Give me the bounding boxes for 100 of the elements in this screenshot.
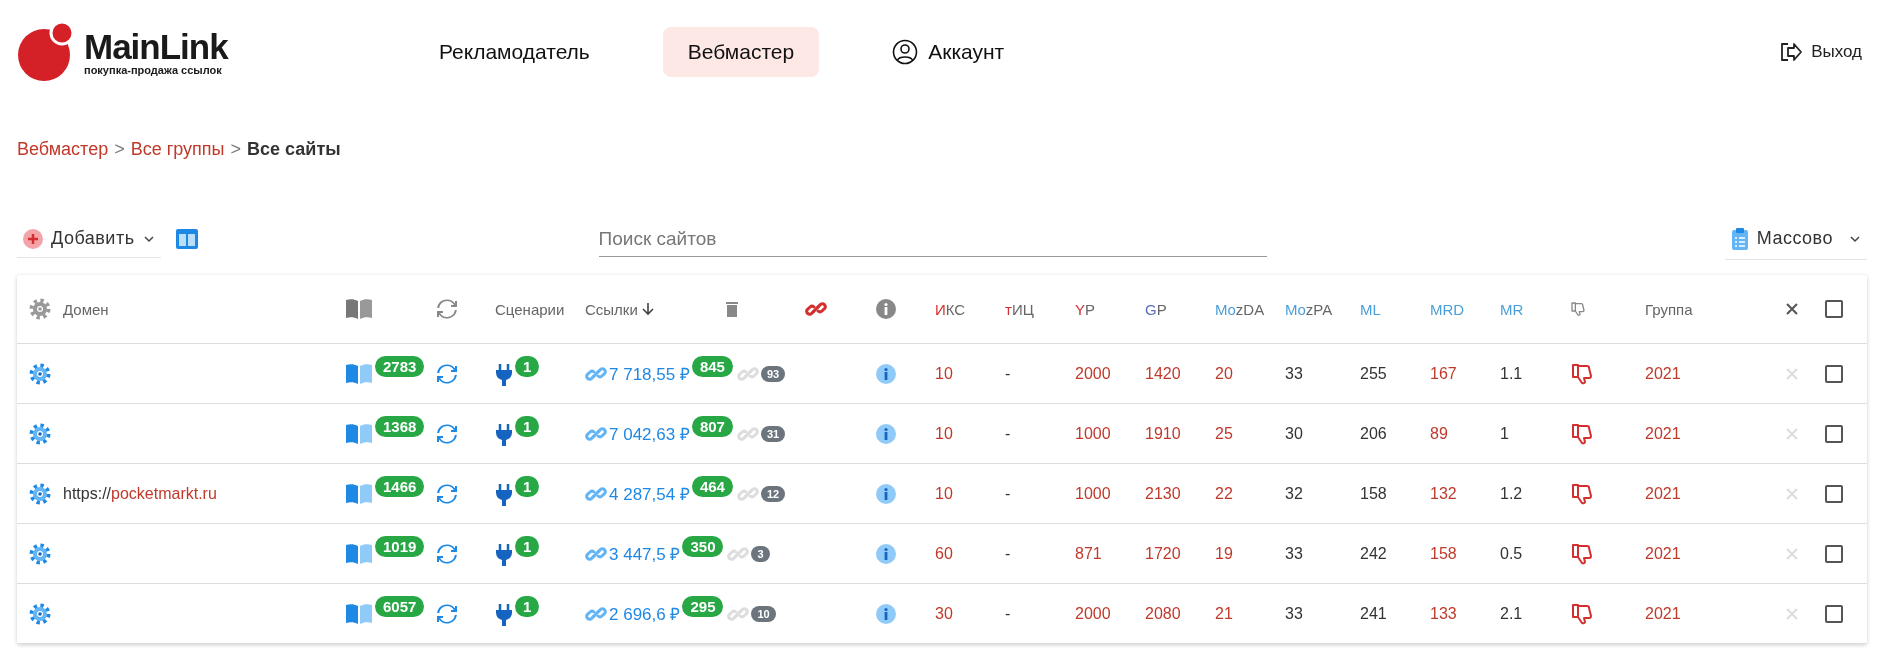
- book-icon[interactable]: [345, 482, 373, 505]
- metric-value: 132: [1430, 484, 1457, 503]
- metric-value: 2000: [1075, 604, 1111, 623]
- logout-icon: [1779, 41, 1804, 63]
- nav-tab[interactable]: Рекламодатель: [414, 27, 615, 77]
- thumbs-down-icon[interactable]: [1570, 361, 1594, 386]
- metric-value: 1: [1500, 424, 1509, 443]
- gear-icon[interactable]: [29, 298, 51, 320]
- info-icon[interactable]: [875, 422, 897, 445]
- column-header: Сценарии: [495, 300, 565, 318]
- metric-value: 158: [1360, 484, 1387, 503]
- metric-value: 158: [1430, 544, 1457, 563]
- price-link[interactable]: 4 287,54 ₽: [609, 482, 690, 505]
- column-header: Домен: [63, 300, 109, 318]
- metric-value: 1910: [1145, 424, 1181, 443]
- logout-button[interactable]: Выход: [1773, 40, 1868, 64]
- metric-value: 2.1: [1500, 604, 1523, 623]
- refresh-icon[interactable]: [435, 601, 459, 626]
- checkbox[interactable]: [1825, 544, 1843, 563]
- gear-icon[interactable]: [29, 482, 51, 505]
- pages-count: 1368: [375, 416, 425, 437]
- thumbs-down-icon[interactable]: [1570, 301, 1586, 317]
- trash-icon[interactable]: [725, 301, 739, 317]
- metric-value: 10: [935, 424, 953, 443]
- close-icon[interactable]: [1785, 302, 1799, 316]
- gear-icon[interactable]: [29, 542, 51, 565]
- refresh-icon[interactable]: [435, 297, 459, 321]
- info-icon[interactable]: [875, 298, 897, 320]
- metric-value: 89: [1430, 424, 1448, 443]
- thumbs-down-icon[interactable]: [1570, 481, 1594, 506]
- metric-value: 30: [935, 604, 953, 623]
- metric-value: 25: [1215, 424, 1233, 443]
- metric-value: -: [1005, 364, 1011, 383]
- metric-value: -: [1005, 544, 1011, 563]
- thumbs-down-icon[interactable]: [1570, 421, 1594, 446]
- book-icon[interactable]: [345, 542, 373, 565]
- info-icon[interactable]: [875, 602, 897, 625]
- scenarios-count: 1: [515, 536, 540, 557]
- add-button[interactable]: Добавить: [17, 220, 161, 258]
- price-link[interactable]: 7 718,55 ₽: [609, 362, 690, 385]
- thumbs-down-icon[interactable]: [1570, 541, 1594, 566]
- group-link[interactable]: 2021: [1645, 364, 1681, 383]
- bulk-button[interactable]: Массово: [1724, 218, 1867, 260]
- scenarios-count: 1: [515, 596, 540, 617]
- price-link[interactable]: 2 696,6 ₽: [609, 602, 681, 625]
- breadcrumb-link[interactable]: Все группы: [130, 139, 225, 169]
- group-link[interactable]: 2021: [1645, 544, 1681, 563]
- pages-count: 1019: [375, 536, 425, 557]
- metric-value: 60: [935, 544, 953, 563]
- book-icon[interactable]: [345, 602, 373, 625]
- book-icon[interactable]: [345, 422, 373, 445]
- group-link[interactable]: 2021: [1645, 424, 1681, 443]
- nav-tab[interactable]: Аккаунт: [867, 26, 1030, 78]
- column-header: тИЦ: [1005, 300, 1034, 318]
- metric-value: 167: [1430, 364, 1457, 383]
- logo-tagline: покупка-продажа ссылок: [84, 63, 223, 76]
- broken-links-count: 10: [751, 605, 776, 622]
- book-icon[interactable]: [345, 362, 373, 385]
- refresh-icon[interactable]: [435, 541, 459, 566]
- column-header: ML: [1360, 300, 1381, 318]
- metric-value: 255: [1360, 364, 1387, 383]
- domain-link[interactable]: https://pocketmarkt.ru: [63, 484, 217, 503]
- columns-icon[interactable]: [174, 228, 199, 250]
- breadcrumb-separator: >: [230, 139, 242, 161]
- metric-value: 33: [1285, 604, 1303, 623]
- checkbox[interactable]: [1825, 424, 1843, 443]
- metric-value: 871: [1075, 544, 1102, 563]
- book-icon[interactable]: [345, 298, 373, 320]
- logo-text: MainLink: [84, 28, 228, 64]
- plus-icon: [23, 228, 43, 249]
- price-link[interactable]: 3 447,5 ₽: [609, 542, 681, 565]
- refresh-icon[interactable]: [435, 421, 459, 446]
- group-link[interactable]: 2021: [1645, 604, 1681, 623]
- nav-tab[interactable]: Вебмастер: [662, 27, 820, 77]
- gear-icon[interactable]: [29, 602, 51, 625]
- metric-value: 1000: [1075, 484, 1111, 503]
- info-icon[interactable]: [875, 542, 897, 565]
- broken-links-count: 12: [760, 485, 786, 502]
- metric-value: 241: [1360, 604, 1387, 623]
- breadcrumb-link[interactable]: Вебмастер: [17, 139, 109, 169]
- checkbox[interactable]: [1825, 300, 1843, 318]
- info-icon[interactable]: [875, 362, 897, 385]
- price-link[interactable]: 7 042,63 ₽: [609, 422, 690, 445]
- checkbox[interactable]: [1825, 484, 1843, 503]
- checkbox[interactable]: [1825, 604, 1843, 623]
- refresh-icon[interactable]: [435, 361, 459, 386]
- column-header[interactable]: Ссылки: [585, 300, 654, 318]
- info-icon[interactable]: [875, 482, 897, 505]
- pages-count: 6057: [375, 596, 425, 617]
- refresh-icon[interactable]: [435, 481, 459, 506]
- caret-icon: [142, 234, 155, 243]
- gear-icon[interactable]: [29, 362, 51, 385]
- links-count: 845: [691, 356, 733, 377]
- scenarios-count: 1: [515, 356, 540, 377]
- checkbox[interactable]: [1825, 364, 1843, 383]
- column-header: MozDA: [1215, 300, 1265, 318]
- thumbs-down-icon[interactable]: [1570, 601, 1594, 626]
- group-link[interactable]: 2021: [1645, 484, 1681, 503]
- gear-icon[interactable]: [29, 422, 51, 445]
- column-header: MR: [1500, 300, 1524, 318]
